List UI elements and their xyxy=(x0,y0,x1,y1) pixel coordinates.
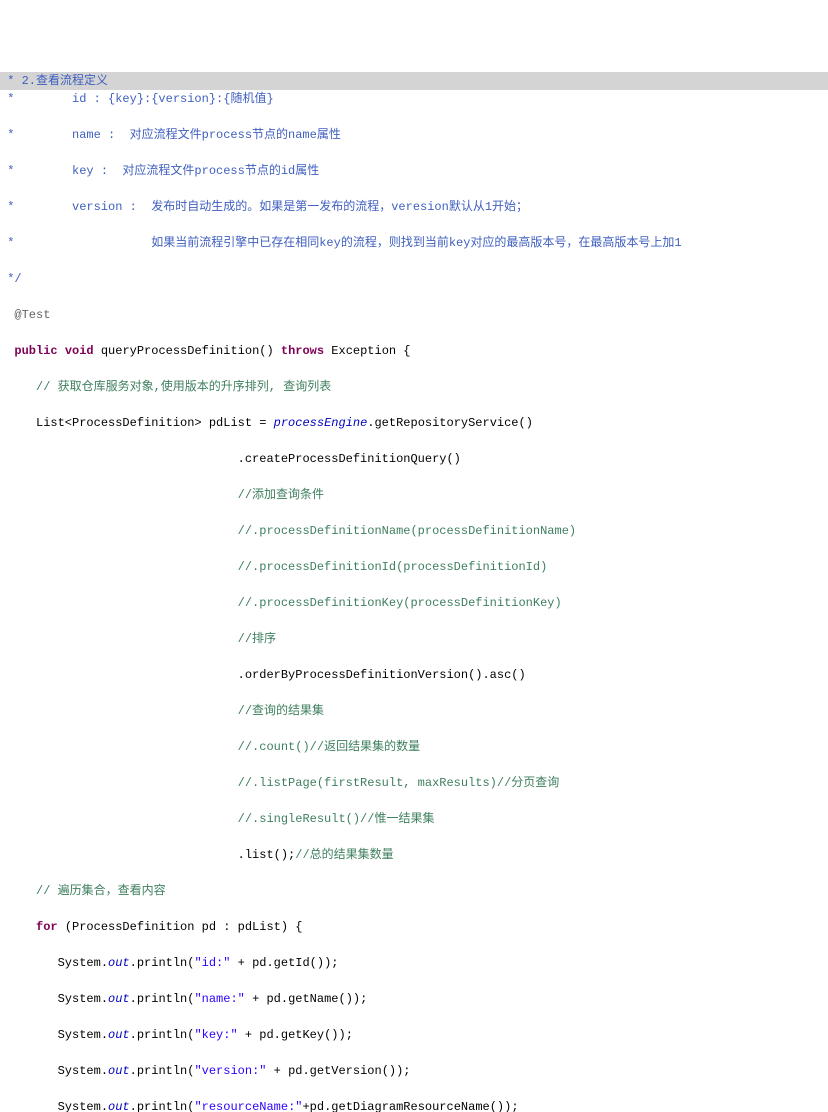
string-id: "id:" xyxy=(194,956,230,970)
annotation-test: @Test xyxy=(0,308,50,322)
keyword-public: public xyxy=(14,344,57,358)
comment-pd-name: //.processDefinitionName(processDefiniti… xyxy=(0,524,576,538)
println-id-line: System.out.println("id:" + pd.getId()); xyxy=(0,954,828,972)
comment-pd-key: //.processDefinitionKey(processDefinitio… xyxy=(0,596,562,610)
comment-result-set: //查询的结果集 xyxy=(0,704,324,718)
comment-block-version-2: * 如果当前流程引擎中已存在相同key的流程，则找到当前key对应的最高版本号，… xyxy=(0,236,682,250)
string-name: "name:" xyxy=(194,992,244,1006)
comment-pd-id: //.processDefinitionId(processDefinition… xyxy=(0,560,547,574)
comment-block-id: * id : {key}:{version}:{随机值} xyxy=(0,92,274,106)
code-list-line: .list();//总的结果集数量 xyxy=(0,846,828,864)
comment-block-version-1: * version : 发布时自动生成的。如果是第一发布的流程，veresion… xyxy=(0,200,528,214)
string-resource: "resourceName:" xyxy=(194,1100,302,1112)
keyword-throws: throws xyxy=(281,344,324,358)
comment-block-end: */ xyxy=(0,272,22,286)
code-orderby: .orderByProcessDefinitionVersion().asc() xyxy=(0,668,526,682)
println-name-line: System.out.println("name:" + pd.getName(… xyxy=(0,990,828,1008)
string-key: "key:" xyxy=(194,1028,237,1042)
keyword-void: void xyxy=(65,344,94,358)
code-pdlist-line: List<ProcessDefinition> pdList = process… xyxy=(0,414,828,432)
comment-get-repo: // 获取仓库服务对象,使用版本的升序排列, 查询列表 xyxy=(0,380,331,394)
string-version: "version:" xyxy=(194,1064,266,1078)
println-resource-line: System.out.println("resourceName:"+pd.ge… xyxy=(0,1098,828,1112)
keyword-for: for xyxy=(36,920,58,934)
comment-add-cond: //添加查询条件 xyxy=(0,488,324,502)
println-key-line: System.out.println("key:" + pd.getKey())… xyxy=(0,1026,828,1044)
comment-sort: //排序 xyxy=(0,632,276,646)
code-create-query: .createProcessDefinitionQuery() xyxy=(0,452,461,466)
method-name: queryProcessDefinition() xyxy=(94,344,281,358)
method-signature-line: public void queryProcessDefinition() thr… xyxy=(0,342,828,360)
comment-count-line: //.count()//返回结果集的数量 xyxy=(0,738,828,756)
comment-block-title: * 2.查看流程定义 xyxy=(0,74,108,88)
comment-block-name: * name : 对应流程文件process节点的name属性 xyxy=(0,128,341,142)
comment-singleresult-line: //.singleResult()//惟一结果集 xyxy=(0,810,828,828)
field-out: out xyxy=(108,956,130,970)
comment-block-key: * key : 对应流程文件process节点的id属性 xyxy=(0,164,319,178)
println-version-line: System.out.println("version:" + pd.getVe… xyxy=(0,1062,828,1080)
comment-iterate: // 遍历集合，查看内容 xyxy=(0,884,166,898)
comment-listpage-line: //.listPage(firstResult, maxResults)//分页… xyxy=(0,774,828,792)
for-loop-line: for (ProcessDefinition pd : pdList) { xyxy=(0,918,828,936)
field-process-engine: processEngine xyxy=(274,416,368,430)
